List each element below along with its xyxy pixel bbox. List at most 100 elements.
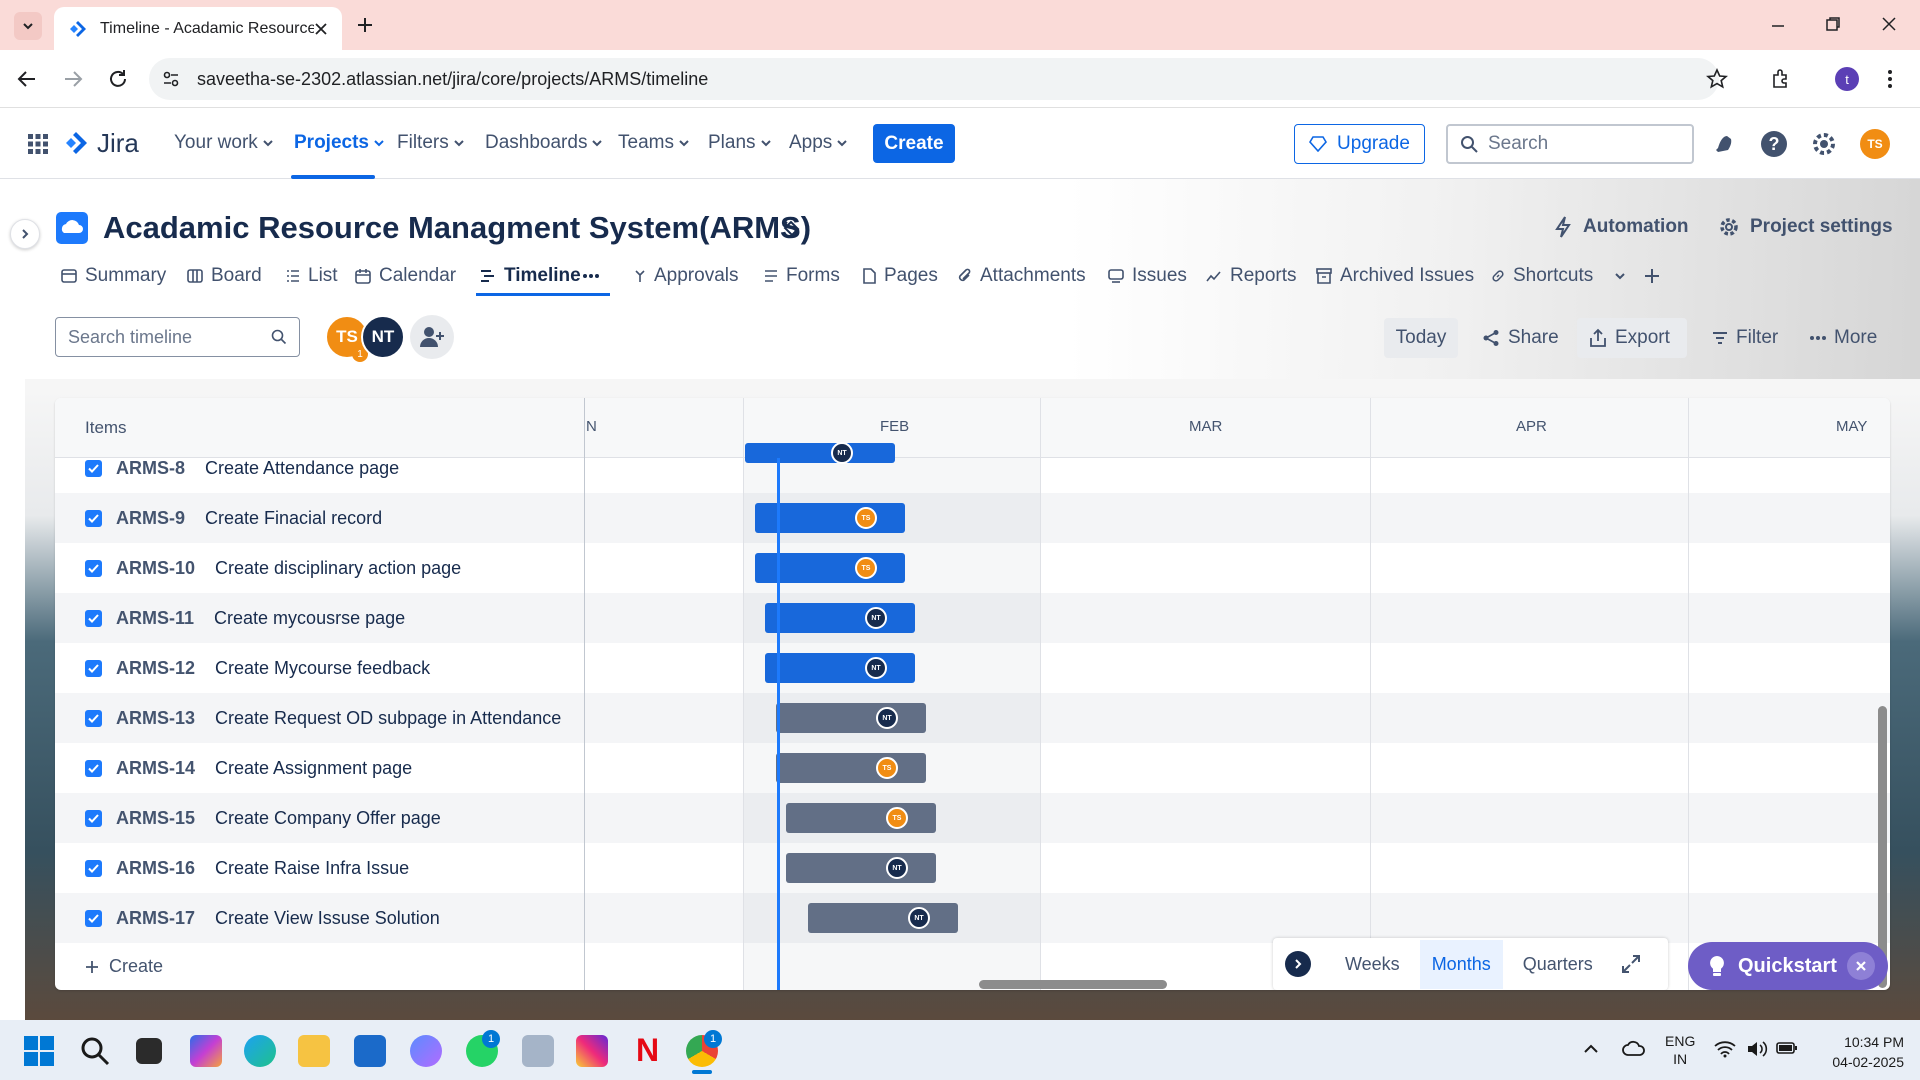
issue-key[interactable]: ARMS-12: [116, 658, 195, 679]
issue-summary[interactable]: Create Attendance page: [205, 458, 399, 479]
create-button[interactable]: Create: [873, 124, 955, 163]
browser-profile-avatar[interactable]: t: [1835, 67, 1859, 91]
assignee-filter-avatar-nt[interactable]: NT: [361, 315, 405, 359]
volume-icon[interactable]: [1746, 1040, 1768, 1058]
tab-shortcuts[interactable]: Shortcuts: [1491, 265, 1627, 287]
issue-key[interactable]: ARMS-15: [116, 808, 195, 829]
tab-forms[interactable]: Forms: [764, 265, 840, 287]
upgrade-button[interactable]: Upgrade: [1294, 124, 1425, 164]
battery-icon[interactable]: [1776, 1040, 1798, 1056]
gallery-icon[interactable]: [522, 1035, 554, 1067]
issue-summary[interactable]: Create Assignment page: [215, 758, 412, 779]
issue-summary[interactable]: Create Raise Infra Issue: [215, 858, 409, 879]
nav-teams[interactable]: Teams: [618, 132, 690, 154]
jira-logo[interactable]: Jira: [63, 128, 139, 159]
task-view-icon[interactable]: [136, 1038, 162, 1064]
close-tab-icon[interactable]: [314, 22, 328, 36]
new-tab-icon[interactable]: [356, 16, 374, 34]
forward-arrow-icon[interactable]: [62, 68, 84, 90]
timeline-bar[interactable]: [776, 703, 926, 733]
app-switcher-icon[interactable]: [27, 133, 49, 155]
view-months[interactable]: Months: [1419, 939, 1503, 989]
add-tab-icon[interactable]: [1643, 267, 1661, 285]
timeline-bar[interactable]: [765, 603, 915, 633]
nav-plans[interactable]: Plans: [708, 132, 772, 154]
today-button[interactable]: Today: [1384, 318, 1458, 358]
language-indicator[interactable]: ENG IN: [1665, 1032, 1695, 1068]
view-weeks[interactable]: Weeks: [1345, 954, 1400, 975]
issue-summary[interactable]: Create Mycourse feedback: [215, 658, 430, 679]
issue-summary[interactable]: Create View Issuse Solution: [215, 908, 440, 929]
tab-archived-issues[interactable]: Archived Issues: [1316, 265, 1474, 287]
fullscreen-icon[interactable]: [1621, 954, 1641, 974]
horizontal-scrollbar[interactable]: [979, 980, 1167, 989]
windows-start-icon[interactable]: [24, 1036, 54, 1066]
file-explorer-icon[interactable]: [298, 1035, 330, 1067]
timeline-bar[interactable]: [765, 653, 915, 683]
more-button[interactable]: More: [1798, 318, 1889, 358]
issue-key[interactable]: ARMS-14: [116, 758, 195, 779]
issue-key[interactable]: ARMS-16: [116, 858, 195, 879]
browser-tab-active[interactable]: Timeline - Acadamic Resource M: [54, 7, 342, 50]
add-people-button[interactable]: [410, 315, 454, 359]
issue-key[interactable]: ARMS-8: [116, 458, 185, 479]
tab-approvals[interactable]: Approvals: [634, 265, 739, 287]
bookmark-star-icon[interactable]: [1706, 68, 1728, 90]
issue-key[interactable]: ARMS-17: [116, 908, 195, 929]
tab-calendar[interactable]: Calendar: [355, 265, 456, 287]
share-button[interactable]: Share: [1470, 318, 1571, 358]
tab-summary[interactable]: Summary: [61, 265, 166, 287]
show-hidden-icons-chevron-icon[interactable]: [1583, 1042, 1599, 1054]
timeline-bar[interactable]: [786, 803, 936, 833]
tab-board[interactable]: Board: [187, 265, 262, 287]
issue-key[interactable]: ARMS-10: [116, 558, 195, 579]
extensions-icon[interactable]: [1770, 68, 1792, 90]
system-clock[interactable]: 10:34 PM 04-02-2025: [1810, 1032, 1904, 1072]
tab-pages[interactable]: Pages: [862, 265, 938, 287]
photos-icon[interactable]: [410, 1035, 442, 1067]
settings-gear-icon[interactable]: [1810, 130, 1838, 158]
automation-button[interactable]: Automation: [1553, 216, 1689, 238]
sidebar-expand-button[interactable]: [10, 219, 40, 249]
vertical-scrollbar[interactable]: [1878, 706, 1887, 988]
issue-summary[interactable]: Create Company Offer page: [215, 808, 441, 829]
wifi-icon[interactable]: [1714, 1040, 1736, 1058]
tab-list[interactable]: List: [286, 265, 338, 287]
search-timeline-input[interactable]: Search timeline: [55, 317, 300, 357]
timeline-bar[interactable]: [776, 753, 926, 783]
create-item-button[interactable]: Create: [85, 956, 163, 977]
microsoft-store-icon[interactable]: [354, 1035, 386, 1067]
tab-attachments[interactable]: Attachments: [958, 265, 1086, 287]
nav-apps[interactable]: Apps: [789, 132, 848, 154]
view-quarters[interactable]: Quarters: [1513, 940, 1603, 989]
minimize-icon[interactable]: [1770, 18, 1786, 34]
issue-summary[interactable]: Create Finacial record: [205, 508, 382, 529]
site-info-icon[interactable]: [162, 70, 180, 88]
tab-reports[interactable]: Reports: [1206, 265, 1297, 287]
reload-icon[interactable]: [107, 68, 129, 90]
quickstart-close-button[interactable]: [1847, 952, 1875, 980]
filter-button[interactable]: Filter: [1700, 318, 1790, 358]
issue-summary[interactable]: Create disciplinary action page: [215, 558, 461, 579]
user-avatar[interactable]: TS: [1860, 129, 1890, 159]
nav-filters[interactable]: Filters: [397, 132, 465, 154]
address-bar[interactable]: saveetha-se-2302.atlassian.net/jira/core…: [149, 58, 1719, 100]
onedrive-cloud-icon[interactable]: [1622, 1038, 1646, 1058]
timeline-bar[interactable]: [808, 903, 958, 933]
help-icon[interactable]: ?: [1760, 130, 1788, 158]
tab-list-button[interactable]: [14, 12, 42, 40]
timeline-bar[interactable]: [786, 853, 936, 883]
back-arrow-icon[interactable]: [16, 68, 38, 90]
global-search-input[interactable]: Search: [1446, 124, 1694, 164]
restore-icon[interactable]: [1825, 16, 1841, 32]
export-button[interactable]: Export: [1577, 318, 1687, 358]
nav-your-work[interactable]: Your work: [174, 132, 274, 154]
nav-dashboards[interactable]: Dashboards: [485, 132, 603, 154]
notifications-bell-icon[interactable]: [1712, 132, 1736, 156]
issue-key[interactable]: ARMS-9: [116, 508, 185, 529]
taskbar-search-icon[interactable]: [80, 1036, 110, 1066]
issue-summary[interactable]: Create mycousrse page: [214, 608, 405, 629]
nav-projects[interactable]: Projects: [294, 132, 385, 154]
timeline-bar[interactable]: [745, 443, 895, 463]
tab-issues[interactable]: Issues: [1108, 265, 1187, 287]
